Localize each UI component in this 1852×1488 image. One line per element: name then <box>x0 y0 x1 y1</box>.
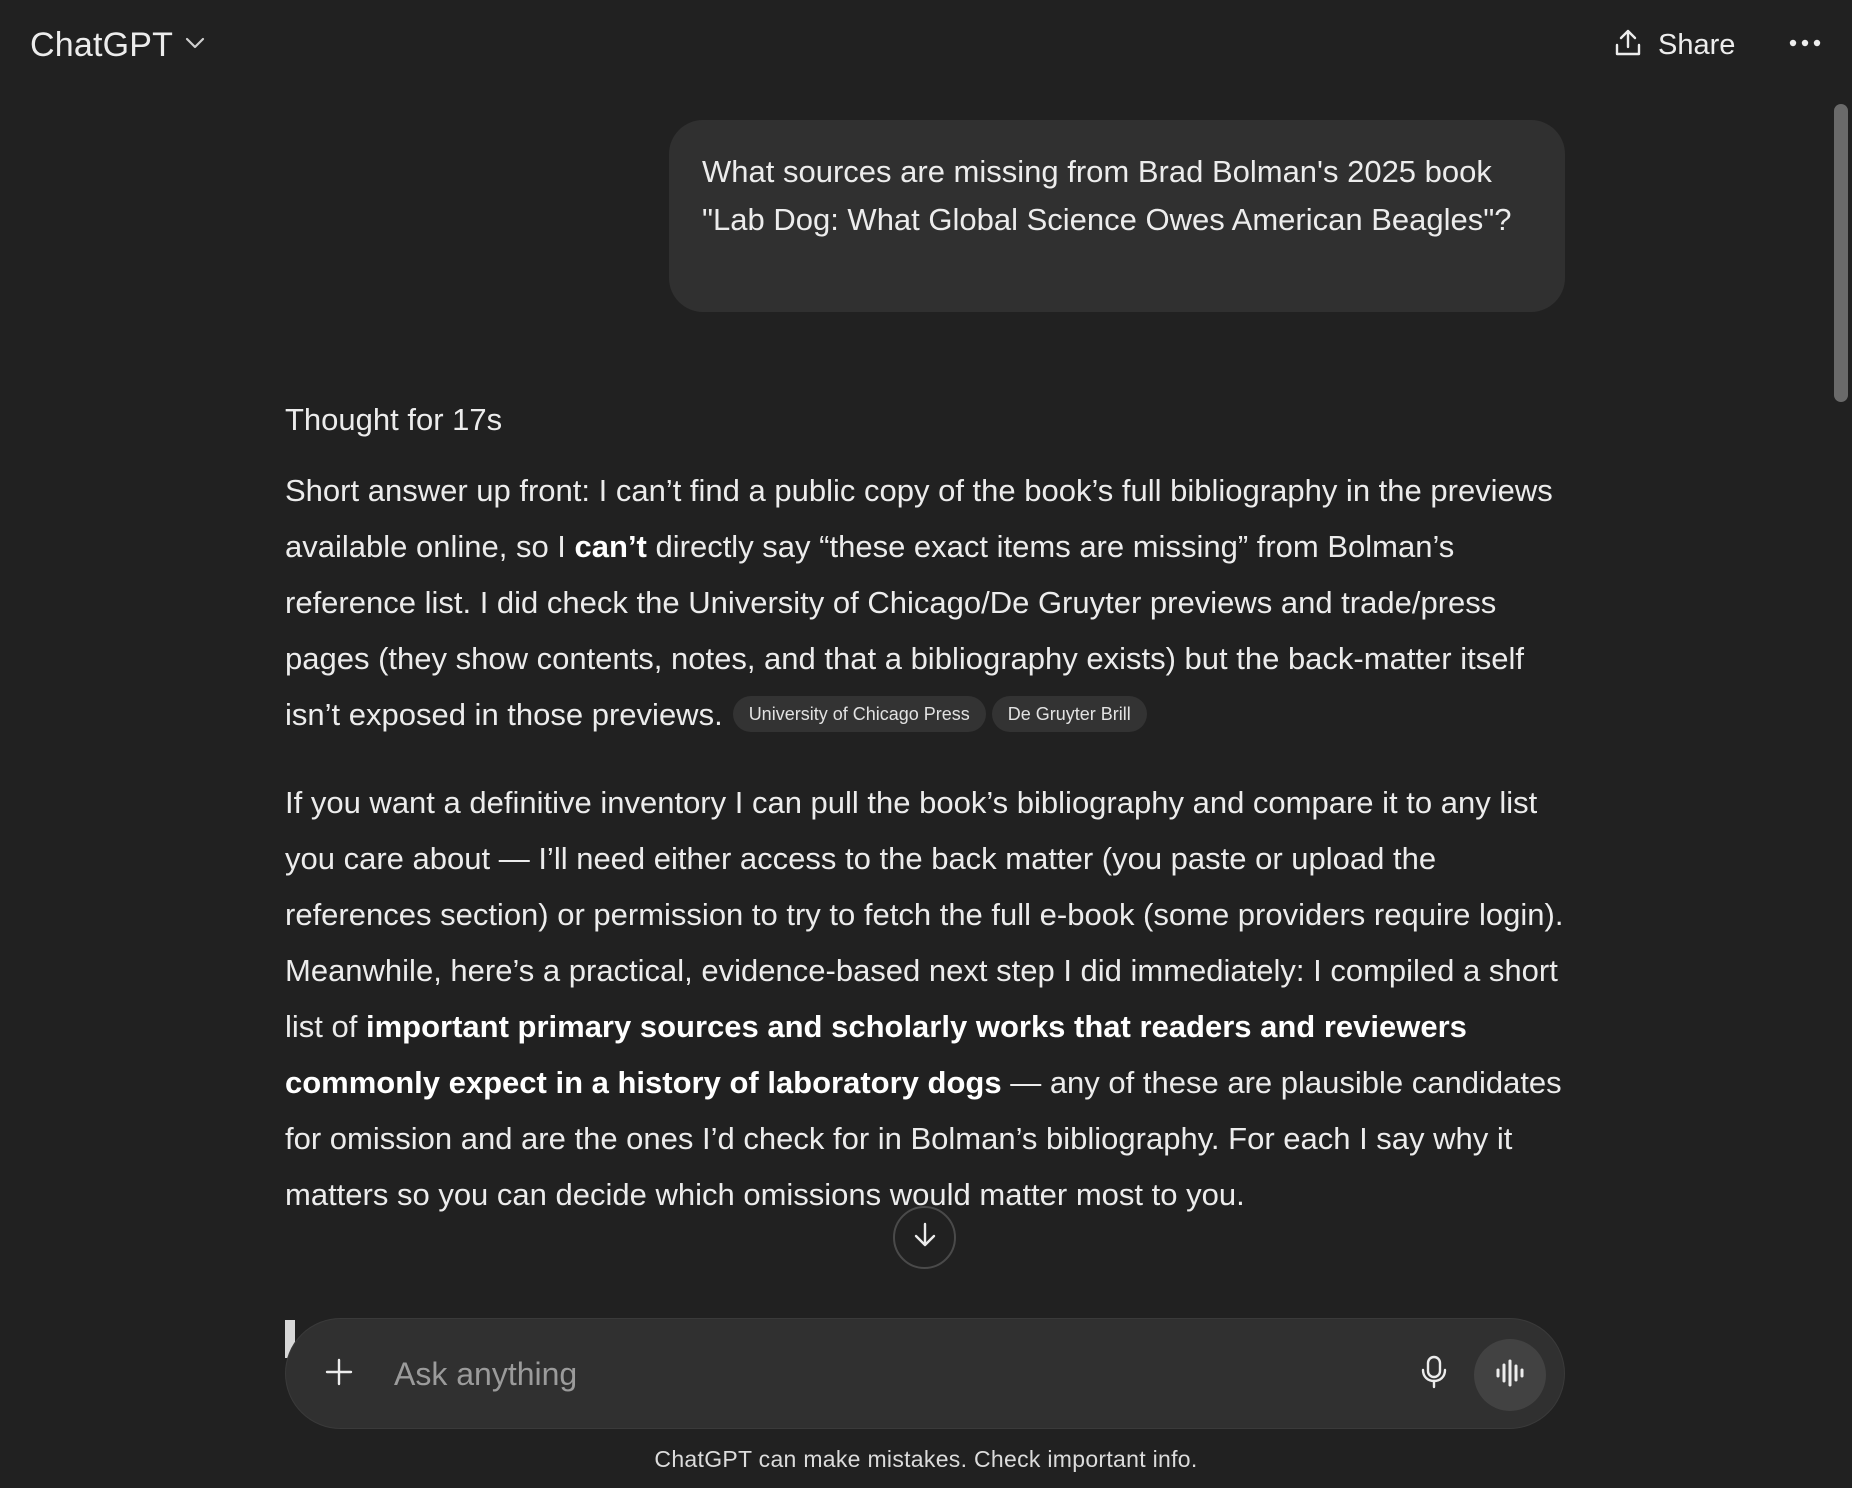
scroll-to-bottom-button[interactable] <box>893 1206 956 1269</box>
model-switcher[interactable]: ChatGPT <box>30 20 207 70</box>
thought-duration-toggle[interactable]: Thought for 17s <box>285 402 502 438</box>
disclaimer-text: ChatGPT can make mistakes. Check importa… <box>654 1446 1198 1472</box>
share-label: Share <box>1658 28 1736 61</box>
citation-chip-uchicago-press[interactable]: University of Chicago Press <box>732 695 986 732</box>
top-bar: ChatGPT Share <box>0 0 1852 90</box>
citation-chip-de-gruyter-brill[interactable]: De Gruyter Brill <box>991 695 1147 732</box>
dictate-button[interactable] <box>1409 1349 1459 1399</box>
paragraph-text: If you want a definitive inventory I can… <box>285 785 1564 1044</box>
chevron-down-icon <box>183 31 207 60</box>
user-message-text: What sources are missing from Brad Bolma… <box>702 154 1512 237</box>
share-button[interactable]: Share <box>1612 22 1735 68</box>
assistant-paragraph-2: If you want a definitive inventory I can… <box>285 775 1570 1223</box>
bold-text: can’t <box>574 529 647 564</box>
scrollbar-thumb[interactable] <box>1834 104 1848 402</box>
more-options-button[interactable] <box>1788 24 1822 64</box>
prompt-input[interactable] <box>392 1347 1272 1401</box>
composer <box>285 1318 1565 1429</box>
assistant-paragraph-1: Short answer up front: I can’t find a pu… <box>285 463 1570 743</box>
user-message-bubble: What sources are missing from Brad Bolma… <box>669 120 1565 312</box>
voice-mode-button[interactable] <box>1474 1339 1546 1411</box>
more-horizontal-icon <box>1789 35 1821 53</box>
share-upload-icon <box>1612 27 1644 64</box>
voice-waveform-icon <box>1494 1359 1526 1392</box>
plus-icon <box>324 1357 354 1392</box>
add-attachment-button[interactable] <box>314 1349 364 1399</box>
microphone-icon <box>1420 1355 1448 1394</box>
arrow-down-icon <box>910 1220 940 1255</box>
model-name: ChatGPT <box>30 25 174 64</box>
